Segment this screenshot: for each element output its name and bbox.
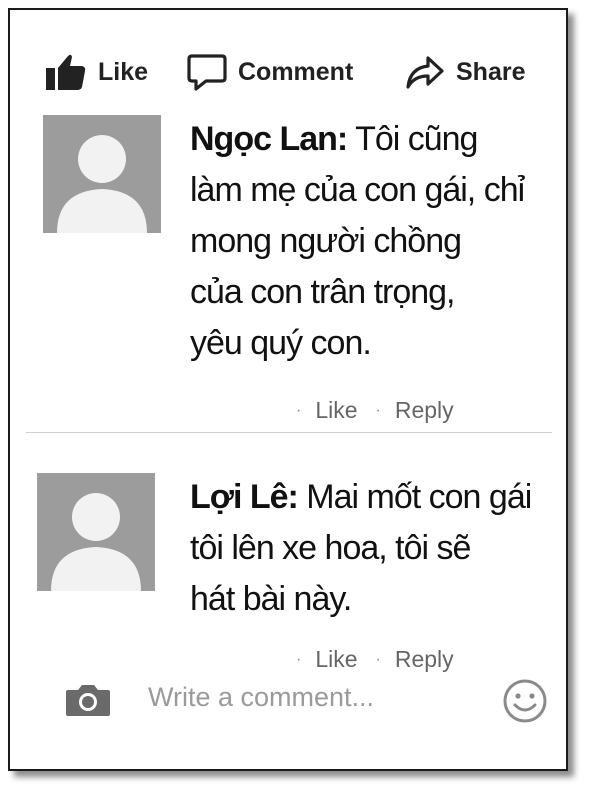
share-action-label: Share [456, 57, 526, 86]
comment-author[interactable]: Lợi Lê: [190, 478, 299, 516]
speech-bubble-icon [186, 52, 228, 92]
avatar[interactable] [43, 115, 161, 233]
comment-author[interactable]: Ngọc Lan: [190, 120, 348, 158]
comment-card: Like Comment Share Ngọc Lan: Tôi cũng là… [8, 8, 568, 771]
comment-text-line: tôi lên xe hoa, tôi sẽ [190, 529, 471, 567]
comment-body: Lợi Lê: Mai mốt con gái tôi lên xe hoa, … [190, 472, 532, 625]
like-action-label: Like [98, 57, 149, 86]
comment-body: Ngọc Lan: Tôi cũng làm mẹ của con gái, c… [190, 114, 525, 369]
comment-like-link[interactable]: Like [315, 397, 357, 424]
separator-dot: · [296, 401, 302, 419]
default-user-icon [57, 135, 147, 233]
comment-action-button[interactable]: Comment [186, 48, 353, 96]
avatar[interactable] [37, 473, 155, 591]
comment-like-link[interactable]: Like [315, 646, 357, 673]
comment-text-line: mong người chồng [190, 222, 462, 260]
comment-text-line: của con trân trọng, [190, 273, 456, 311]
action-bar: Like Comment Share [10, 48, 566, 96]
comment-text-line: Tôi cũng [355, 120, 478, 158]
separator-dot: · [296, 650, 302, 668]
comment-meta: · Like · Reply [296, 397, 454, 424]
camera-icon[interactable] [64, 682, 112, 723]
default-user-icon [51, 493, 141, 591]
comment-meta: · Like · Reply [296, 646, 454, 673]
comment-text-line: Mai mốt con gái [306, 478, 532, 516]
comment-divider [26, 432, 552, 433]
emoji-smile-icon[interactable] [502, 678, 548, 729]
comment-reply-link[interactable]: Reply [395, 397, 454, 424]
comment-input[interactable]: Write a comment... [148, 682, 374, 713]
share-action-button[interactable]: Share [404, 48, 525, 96]
like-action-button[interactable]: Like [44, 48, 148, 96]
comment-text-line: hát bài này. [190, 580, 352, 618]
comment-text-line: làm mẹ của con gái, chỉ [190, 171, 525, 209]
comment-composer: Write a comment... [10, 670, 566, 730]
comment-text-line: yêu quý con. [190, 324, 372, 362]
separator-dot: · [375, 650, 381, 668]
comment-reply-link[interactable]: Reply [395, 646, 454, 673]
share-arrow-icon [404, 52, 446, 92]
separator-dot: · [375, 401, 381, 419]
comment-action-label: Comment [238, 57, 354, 86]
thumbs-up-icon [44, 52, 88, 92]
